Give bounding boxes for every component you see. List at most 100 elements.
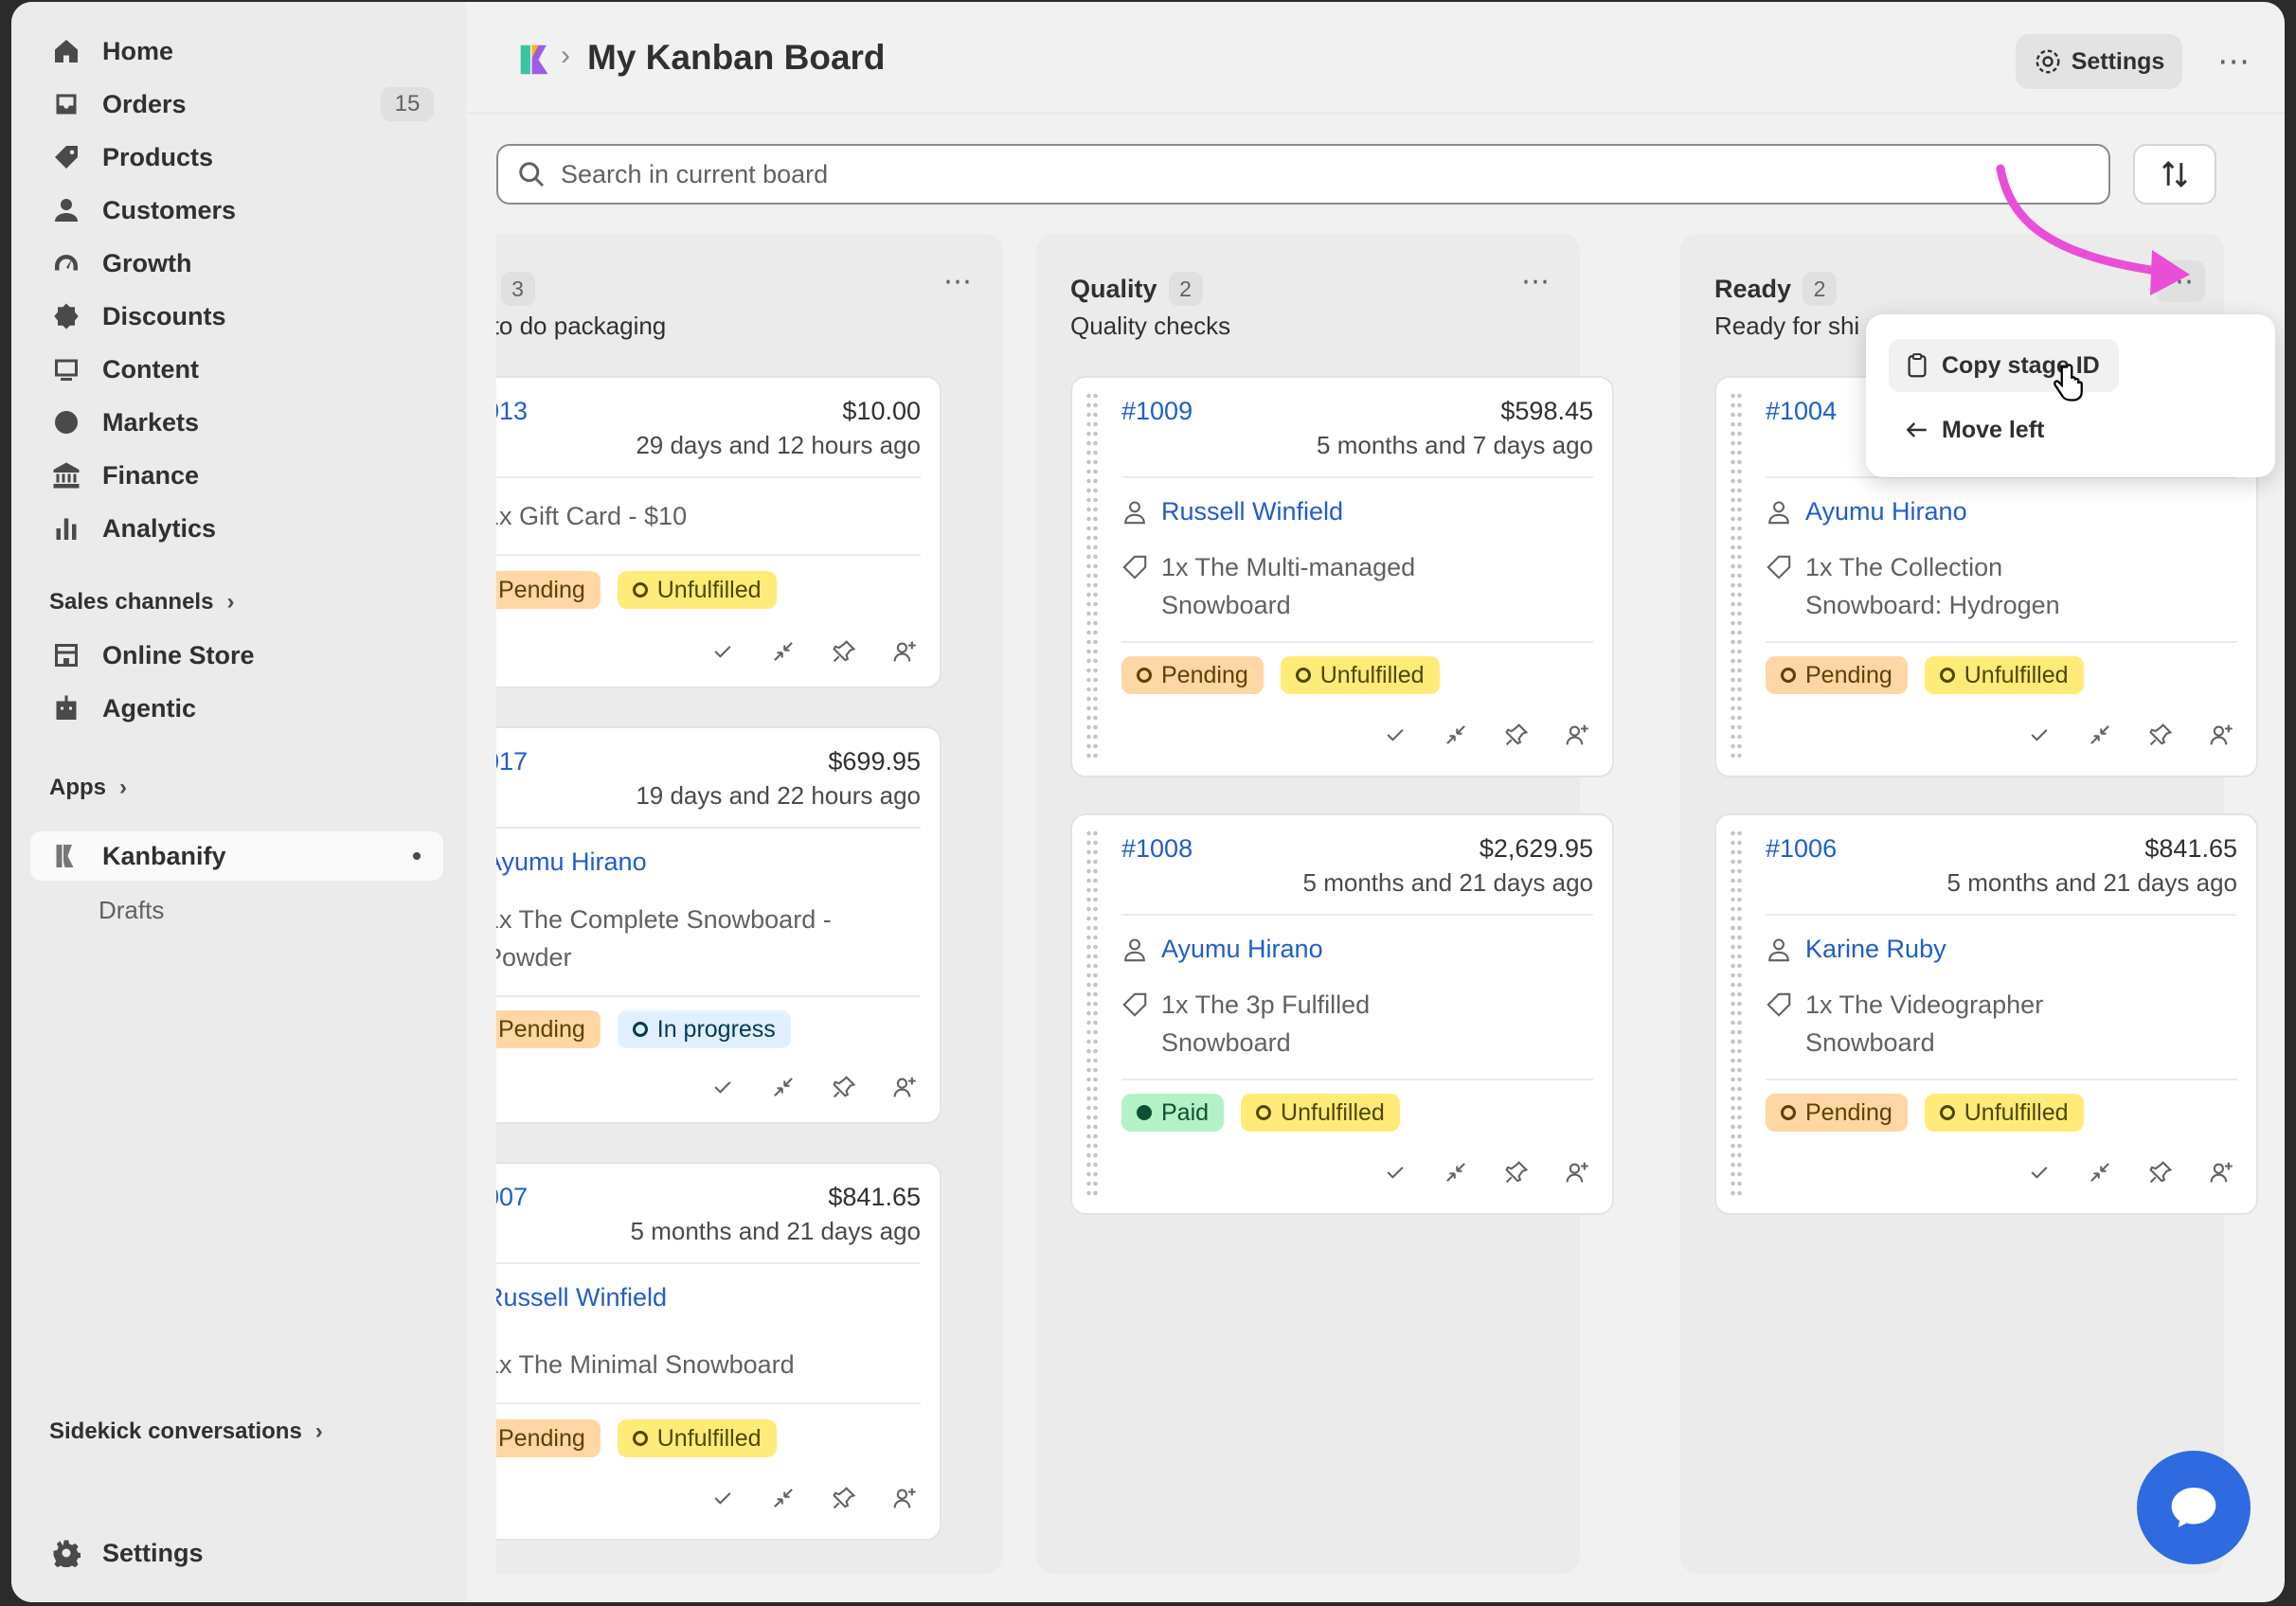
copy-stage-id-menu-item[interactable]: Copy stage ID bbox=[1889, 339, 2119, 392]
settings-button[interactable]: Settings bbox=[2016, 34, 2182, 89]
sidebar-item-online-store[interactable]: Online Store bbox=[30, 631, 443, 680]
pin-icon[interactable] bbox=[832, 1075, 856, 1099]
order-card[interactable]: 007 $841.65 5 months and 21 days ago Rus… bbox=[496, 1162, 942, 1541]
collapse-icon[interactable] bbox=[2088, 723, 2112, 747]
assign-user-icon[interactable] bbox=[1565, 1160, 1589, 1185]
card-actions bbox=[710, 1486, 917, 1510]
check-icon[interactable] bbox=[710, 639, 735, 664]
check-icon[interactable] bbox=[2027, 1160, 2052, 1185]
sidebar-item-content[interactable]: Content bbox=[30, 345, 443, 394]
customer-name[interactable]: Karine Ruby bbox=[1805, 935, 1946, 964]
customer-name[interactable]: Ayumu Hirano bbox=[1805, 497, 1967, 526]
collapse-icon[interactable] bbox=[1444, 1160, 1468, 1185]
sidebar-item-home[interactable]: Home bbox=[30, 27, 443, 76]
hand-cursor-icon bbox=[2054, 364, 2083, 402]
order-number-link[interactable]: #1009 bbox=[1121, 397, 1193, 426]
badge-text: Pending bbox=[498, 576, 585, 603]
sales-channels-label: Sales channels bbox=[49, 589, 214, 615]
breadcrumb-chevron-icon: › bbox=[561, 40, 570, 71]
order-number-link[interactable]: #1008 bbox=[1121, 834, 1193, 864]
customer-link[interactable]: Russell Winfield bbox=[496, 1283, 667, 1312]
assign-user-icon[interactable] bbox=[2209, 1160, 2233, 1185]
order-number-link[interactable]: #1004 bbox=[1766, 397, 1837, 426]
assign-user-icon[interactable] bbox=[892, 1075, 917, 1099]
sidebar-item-orders[interactable]: Orders 15 bbox=[30, 80, 443, 129]
drag-handle[interactable] bbox=[1730, 391, 1743, 762]
order-card[interactable]: 013 $10.00 29 days and 12 hours ago 1x G… bbox=[496, 376, 942, 688]
check-icon[interactable] bbox=[710, 1486, 735, 1510]
product-text: 1x The Collection Snowboard: Hydrogen bbox=[1805, 548, 2060, 624]
customer-link[interactable]: Ayumu Hirano bbox=[1766, 497, 1967, 526]
drag-handle[interactable] bbox=[1085, 391, 1099, 762]
collapse-icon[interactable] bbox=[771, 1075, 796, 1099]
pin-icon[interactable] bbox=[832, 1486, 856, 1510]
pin-icon[interactable] bbox=[2148, 723, 2173, 747]
order-number-link[interactable]: 013 bbox=[496, 397, 528, 426]
pin-icon[interactable] bbox=[1504, 723, 1529, 747]
order-card[interactable]: 017 $699.95 19 days and 22 hours ago Ayu… bbox=[496, 726, 942, 1124]
sidebar-item-growth[interactable]: Growth bbox=[30, 239, 443, 288]
customer-name[interactable]: Ayumu Hirano bbox=[496, 848, 647, 877]
customer-name[interactable]: Russell Winfield bbox=[1161, 497, 1343, 526]
column-description: g to do packaging bbox=[496, 312, 667, 340]
fulfillment-status-badge: In progress bbox=[617, 1010, 791, 1048]
assign-user-icon[interactable] bbox=[2209, 723, 2233, 747]
check-icon[interactable] bbox=[710, 1075, 735, 1099]
column-more-button[interactable]: ⋯ bbox=[934, 260, 983, 302]
order-number-link[interactable]: 007 bbox=[496, 1183, 528, 1212]
bank-icon bbox=[51, 460, 81, 491]
sidebar-item-agentic[interactable]: Agentic bbox=[30, 684, 443, 733]
sidebar-item-analytics[interactable]: Analytics bbox=[30, 504, 443, 553]
customer-name[interactable]: Ayumu Hirano bbox=[1161, 935, 1323, 964]
check-icon[interactable] bbox=[1383, 1160, 1408, 1185]
column-more-button[interactable]: ⋯ bbox=[1512, 260, 1561, 302]
order-card[interactable]: #1009 $598.45 5 months and 7 days ago Ru… bbox=[1070, 376, 1614, 777]
order-number-link[interactable]: 017 bbox=[496, 747, 528, 776]
customer-link[interactable]: Ayumu Hirano bbox=[496, 848, 647, 877]
assign-user-icon[interactable] bbox=[892, 1486, 917, 1510]
collapse-icon[interactable] bbox=[771, 639, 796, 664]
assign-user-icon[interactable] bbox=[892, 639, 917, 664]
board-search[interactable]: Search in current board bbox=[496, 144, 2110, 205]
circle-icon bbox=[632, 1431, 648, 1446]
main-area: › My Kanban Board Settings ⋯ Search in c… bbox=[466, 2, 2285, 1602]
page-more-actions-button[interactable]: ⋯ bbox=[2207, 38, 2262, 85]
pin-icon[interactable] bbox=[1504, 1160, 1529, 1185]
assign-user-icon[interactable] bbox=[1565, 723, 1589, 747]
sidebar-item-finance[interactable]: Finance bbox=[30, 451, 443, 500]
customer-link[interactable]: Russell Winfield bbox=[1121, 497, 1343, 526]
apps-heading[interactable]: Apps › bbox=[49, 775, 127, 801]
sidebar-item-customers[interactable]: Customers bbox=[30, 186, 443, 235]
drag-handle[interactable] bbox=[1085, 829, 1099, 1200]
kanban-column-quality: Quality 2 Quality checks ⋯ #1009 $598.45… bbox=[1036, 234, 1614, 1574]
drag-handle[interactable] bbox=[1730, 829, 1743, 1200]
customer-name[interactable]: Russell Winfield bbox=[496, 1283, 667, 1312]
sidekick-heading[interactable]: Sidekick conversations › bbox=[49, 1419, 323, 1445]
order-number-link[interactable]: #1006 bbox=[1766, 834, 1837, 864]
collapse-icon[interactable] bbox=[771, 1486, 796, 1510]
order-price: $598.45 bbox=[1500, 397, 1593, 425]
sidebar-item-products[interactable]: Products bbox=[30, 133, 443, 182]
collapse-icon[interactable] bbox=[2088, 1160, 2112, 1185]
check-icon[interactable] bbox=[1383, 723, 1408, 747]
column-count: 2 bbox=[1168, 272, 1203, 306]
sales-channels-heading[interactable]: Sales channels › bbox=[49, 589, 234, 616]
customer-link[interactable]: Ayumu Hirano bbox=[1121, 935, 1323, 964]
sidebar-item-settings[interactable]: Settings bbox=[30, 1528, 443, 1578]
customer-link[interactable]: Karine Ruby bbox=[1766, 935, 1946, 964]
sidebar-item-markets[interactable]: Markets bbox=[30, 398, 443, 447]
circle-icon bbox=[1781, 668, 1796, 683]
move-left-menu-item[interactable]: Move left bbox=[1889, 403, 2063, 456]
sidebar-item-kanbanify[interactable]: Kanbanify bbox=[30, 831, 443, 881]
status-tags: Pending Unfulfilled bbox=[1766, 1094, 2084, 1132]
sidebar-subitem-drafts[interactable]: Drafts bbox=[99, 896, 164, 925]
sidebar-item-discounts[interactable]: Discounts bbox=[30, 292, 443, 341]
pin-icon[interactable] bbox=[832, 639, 856, 664]
card-actions bbox=[710, 639, 917, 664]
chat-launcher-button[interactable] bbox=[2137, 1451, 2251, 1564]
check-icon[interactable] bbox=[2027, 723, 2052, 747]
order-card[interactable]: #1008 $2,629.95 5 months and 21 days ago… bbox=[1070, 813, 1614, 1215]
order-card[interactable]: #1006 $841.65 5 months and 21 days ago K… bbox=[1714, 813, 2258, 1215]
collapse-icon[interactable] bbox=[1444, 723, 1468, 747]
pin-icon[interactable] bbox=[2148, 1160, 2173, 1185]
